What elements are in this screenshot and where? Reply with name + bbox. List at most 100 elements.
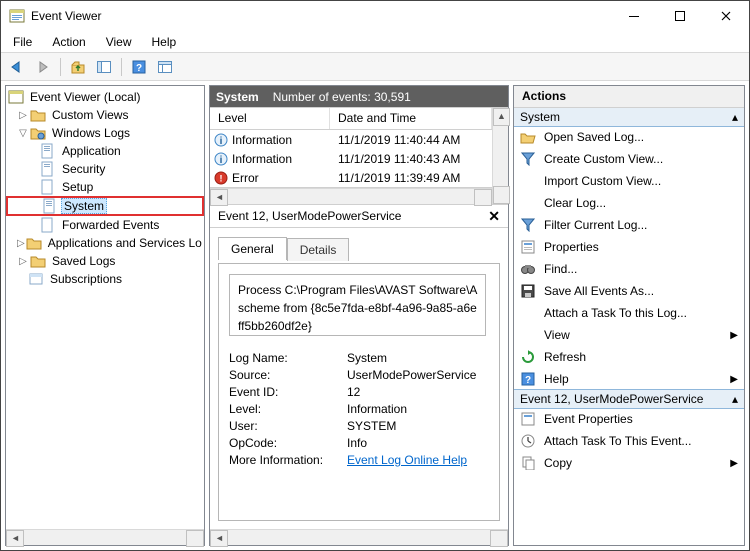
panel-button[interactable]: [153, 56, 177, 78]
toolbar-separator: [121, 58, 122, 76]
folder-icon: [30, 107, 46, 123]
tree-custom-views[interactable]: ▷ Custom Views: [6, 106, 204, 124]
svg-text:!: !: [220, 173, 223, 183]
kv-key: User:: [229, 419, 347, 433]
kv-value: Information: [347, 402, 489, 416]
collapse-icon: ▴: [732, 392, 738, 406]
funnel-icon: [520, 217, 536, 233]
up-folder-button[interactable]: [66, 56, 90, 78]
folder-icon: [26, 235, 42, 251]
center-header-count: Number of events: 30,591: [273, 90, 411, 104]
chevron-right-icon: ▶: [730, 374, 738, 385]
detail-close-button[interactable]: ✕: [488, 208, 500, 225]
tree-setup[interactable]: Setup: [6, 178, 204, 196]
action-find[interactable]: Find...: [514, 258, 744, 280]
eventviewer-icon: [8, 89, 24, 105]
kv-value: Info: [347, 436, 489, 450]
action-clear-log[interactable]: Clear Log...: [514, 192, 744, 214]
tree-system[interactable]: System: [6, 196, 204, 216]
grid-row[interactable]: iInformation 11/1/2019 11:40:43 AM: [210, 149, 492, 168]
action-filter-log[interactable]: Filter Current Log...: [514, 214, 744, 236]
actions-list: System ▴ Open Saved Log... Create Custom…: [514, 108, 744, 545]
event-grid: Level Date and Time iInformation 11/1/20…: [210, 108, 492, 188]
action-view-submenu[interactable]: View▶: [514, 324, 744, 346]
log-icon: [42, 198, 58, 214]
col-level[interactable]: Level: [210, 108, 330, 129]
minimize-button[interactable]: [611, 1, 657, 31]
grid-row[interactable]: iInformation 11/1/2019 11:40:44 AM: [210, 130, 492, 149]
kv-key: More Information:: [229, 453, 347, 467]
detail-header: Event 12, UserModePowerService ✕: [210, 204, 508, 228]
toolbar: ?: [1, 53, 749, 81]
forward-button[interactable]: [31, 56, 55, 78]
save-icon: [520, 283, 536, 299]
center-pane: System Number of events: 30,591 Level Da…: [209, 85, 509, 546]
tree-windows-logs[interactable]: ▽ Windows Logs: [6, 124, 204, 142]
binoculars-icon: [520, 261, 536, 277]
grid-body: iInformation 11/1/2019 11:40:44 AM iInfo…: [210, 130, 492, 187]
tree-forwarded[interactable]: Forwarded Events: [6, 216, 204, 234]
back-button[interactable]: [5, 56, 29, 78]
event-properties-list: Log Name:System Source:UserModePowerServ…: [229, 351, 489, 467]
show-tree-button[interactable]: [92, 56, 116, 78]
action-properties[interactable]: Properties: [514, 236, 744, 258]
help-button[interactable]: ?: [127, 56, 151, 78]
tab-general[interactable]: General: [218, 237, 287, 260]
tree-security[interactable]: Security: [6, 160, 204, 178]
tree-apps-services[interactable]: ▷ Applications and Services Lo: [6, 234, 204, 252]
action-attach-task-event[interactable]: Attach Task To This Event...: [514, 430, 744, 452]
detail-hscroll[interactable]: ◄►: [210, 529, 508, 545]
menu-file[interactable]: File: [7, 33, 38, 51]
menu-help[interactable]: Help: [146, 33, 183, 51]
action-refresh[interactable]: Refresh: [514, 346, 744, 368]
app-icon: [9, 8, 25, 24]
action-help-submenu[interactable]: ?Help▶: [514, 368, 744, 390]
grid-row[interactable]: !Error 11/1/2019 11:39:49 AM: [210, 168, 492, 187]
expand-icon[interactable]: ▷: [17, 255, 29, 267]
menu-action[interactable]: Action: [46, 33, 91, 51]
app-window: Event Viewer File Action View Help ?: [0, 0, 750, 551]
grid-hscroll[interactable]: ◄►: [210, 188, 492, 204]
blank-icon: [520, 173, 536, 189]
collapse-icon[interactable]: ▽: [17, 127, 29, 139]
online-help-link[interactable]: Event Log Online Help: [347, 453, 467, 467]
kv-key: OpCode:: [229, 436, 347, 450]
grid-header: Level Date and Time: [210, 108, 492, 130]
kv-value: SYSTEM: [347, 419, 489, 433]
action-open-saved-log[interactable]: Open Saved Log...: [514, 126, 744, 148]
action-import-custom-view[interactable]: Import Custom View...: [514, 170, 744, 192]
maximize-button[interactable]: [657, 1, 703, 31]
grid-vscroll[interactable]: ▲▼: [492, 108, 508, 204]
actions-group-system[interactable]: System ▴: [514, 108, 744, 127]
expand-icon[interactable]: ▷: [17, 109, 29, 121]
tree-saved-logs[interactable]: ▷ Saved Logs: [6, 252, 204, 270]
close-button[interactable]: [703, 1, 749, 31]
tree-subscriptions[interactable]: Subscriptions: [6, 270, 204, 288]
blank-icon: [520, 305, 536, 321]
tree-root[interactable]: Event Viewer (Local): [6, 88, 204, 106]
action-copy-submenu[interactable]: Copy▶: [514, 452, 744, 474]
svg-text:?: ?: [525, 375, 531, 386]
collapse-icon: ▴: [732, 110, 738, 124]
folder-open-icon: [520, 129, 536, 145]
action-create-custom-view[interactable]: Create Custom View...: [514, 148, 744, 170]
action-event-properties[interactable]: Event Properties: [514, 408, 744, 430]
actions-group-event[interactable]: Event 12, UserModePowerService ▴: [514, 389, 744, 409]
tree-application[interactable]: Application: [6, 142, 204, 160]
tab-details[interactable]: Details: [287, 238, 350, 261]
subscriptions-icon: [28, 271, 44, 287]
kv-key: Source:: [229, 368, 347, 382]
blank-icon: [520, 327, 536, 343]
action-attach-task-log[interactable]: Attach a Task To this Log...: [514, 302, 744, 324]
action-save-all[interactable]: Save All Events As...: [514, 280, 744, 302]
actions-header: Actions: [514, 86, 744, 108]
tree-hscroll[interactable]: ◄►: [6, 529, 204, 545]
body: Event Viewer (Local) ▷ Custom Views ▽ Wi…: [1, 81, 749, 550]
folder-icon: [30, 253, 46, 269]
expand-icon[interactable]: ▷: [17, 237, 25, 249]
window-buttons: [611, 1, 749, 31]
menubar: File Action View Help: [1, 31, 749, 53]
col-datetime[interactable]: Date and Time: [330, 108, 492, 129]
properties-icon: [520, 239, 536, 255]
menu-view[interactable]: View: [100, 33, 138, 51]
